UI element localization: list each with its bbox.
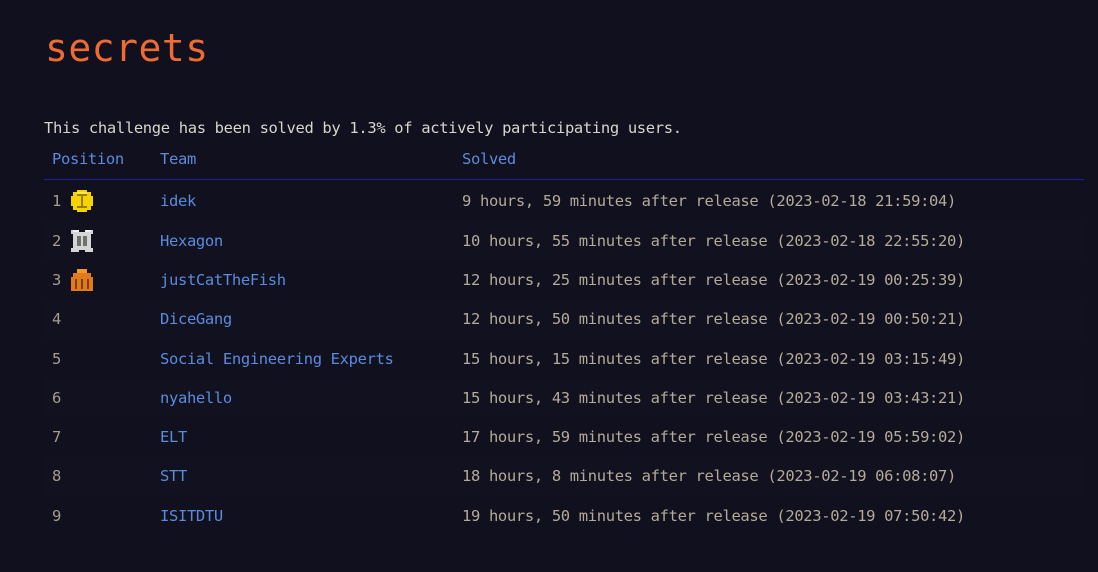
challenge-title: secrets bbox=[45, 26, 209, 70]
team-link[interactable]: Social Engineering Experts bbox=[160, 350, 394, 368]
solves-table: Position Team Solved 1 idek 9 hours, 59 … bbox=[44, 146, 1084, 535]
position-number: 8 bbox=[52, 467, 61, 486]
table-row: 2 Hexagon 10 hours, 55 minutes after rel… bbox=[44, 221, 1084, 261]
header-solved: Solved bbox=[462, 150, 516, 168]
table-row: 7 ELT 17 hours, 59 minutes after release… bbox=[44, 417, 1084, 456]
team-link[interactable]: nyahello bbox=[160, 389, 232, 407]
table-row: 3 justCatTheFish 12 hours, 25 minutes af… bbox=[44, 260, 1084, 299]
solved-time: 10 hours, 55 minutes after release (2023… bbox=[462, 231, 965, 250]
header-team: Team bbox=[160, 150, 196, 168]
position-number: 1 bbox=[52, 191, 61, 210]
table-header: Position Team Solved bbox=[44, 146, 1084, 180]
solved-time: 17 hours, 59 minutes after release (2023… bbox=[462, 428, 965, 447]
team-link[interactable]: idek bbox=[160, 192, 196, 210]
solved-time: 15 hours, 43 minutes after release (2023… bbox=[462, 388, 965, 407]
table-row: 9 ISITDTU 19 hours, 50 minutes after rel… bbox=[44, 496, 1084, 535]
team-link[interactable]: DiceGang bbox=[160, 310, 232, 328]
position-number: 6 bbox=[52, 388, 61, 407]
silver-medal-icon bbox=[71, 229, 93, 252]
position-number: 2 bbox=[52, 231, 61, 250]
position-number: 9 bbox=[52, 506, 61, 525]
solved-time: 12 hours, 25 minutes after release (2023… bbox=[462, 270, 965, 289]
team-link[interactable]: ISITDTU bbox=[160, 507, 223, 525]
solved-time: 9 hours, 59 minutes after release (2023-… bbox=[462, 191, 956, 210]
table-row: 6 nyahello 15 hours, 43 minutes after re… bbox=[44, 378, 1084, 418]
team-link[interactable]: Hexagon bbox=[160, 232, 223, 250]
position-number: 5 bbox=[52, 349, 61, 368]
table-row: 8 STT 18 hours, 8 minutes after release … bbox=[44, 456, 1084, 497]
gold-medal-icon bbox=[71, 189, 93, 212]
solve-summary: This challenge has been solved by 1.3% o… bbox=[44, 119, 682, 137]
table-row: 4 DiceGang 12 hours, 50 minutes after re… bbox=[44, 299, 1084, 339]
solved-time: 18 hours, 8 minutes after release (2023-… bbox=[462, 467, 956, 486]
solved-time: 12 hours, 50 minutes after release (2023… bbox=[462, 310, 965, 329]
position-number: 4 bbox=[52, 310, 61, 329]
team-link[interactable]: justCatTheFish bbox=[160, 271, 286, 289]
team-link[interactable]: ELT bbox=[160, 428, 187, 446]
table-body: 1 idek 9 hours, 59 minutes after release… bbox=[44, 180, 1084, 535]
position-number: 3 bbox=[52, 270, 61, 289]
position-number: 7 bbox=[52, 428, 61, 447]
bronze-medal-icon bbox=[71, 268, 93, 291]
table-row: 5 Social Engineering Experts 15 hours, 1… bbox=[44, 339, 1084, 378]
header-position: Position bbox=[52, 150, 124, 168]
solved-time: 15 hours, 15 minutes after release (2023… bbox=[462, 349, 965, 368]
team-link[interactable]: STT bbox=[160, 467, 187, 485]
table-row: 1 idek 9 hours, 59 minutes after release… bbox=[44, 180, 1084, 221]
solved-time: 19 hours, 50 minutes after release (2023… bbox=[462, 506, 965, 525]
